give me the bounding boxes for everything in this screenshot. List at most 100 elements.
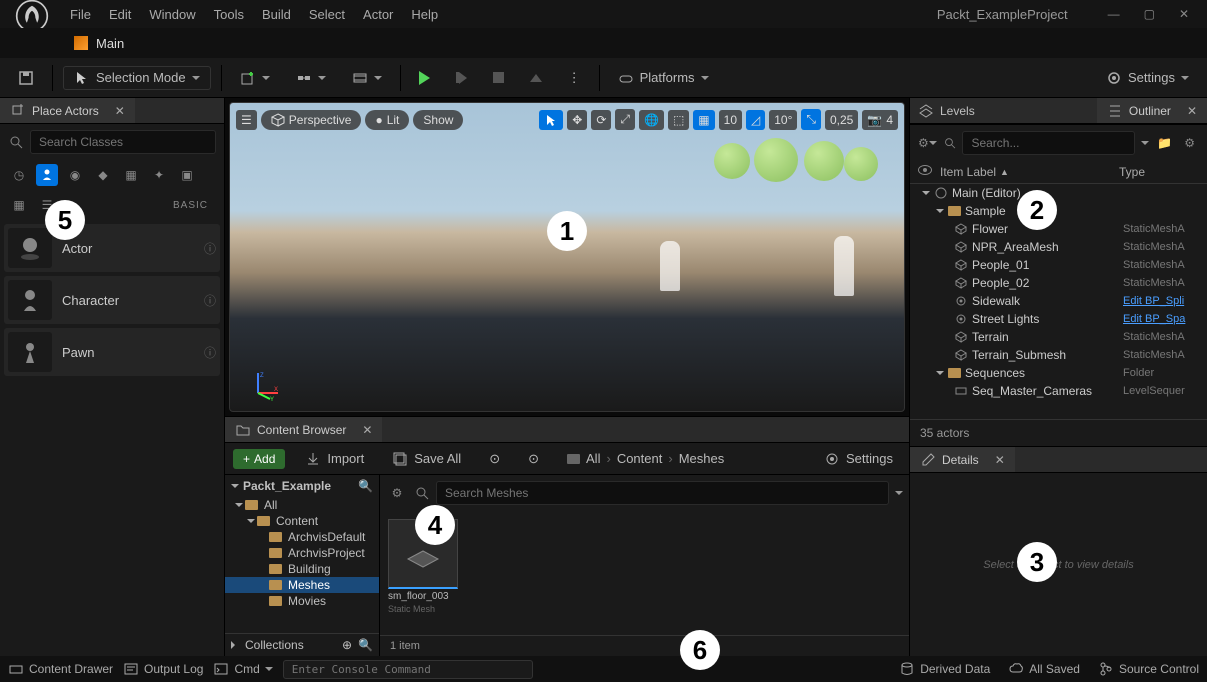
play-button[interactable] (411, 67, 438, 89)
saved-status[interactable]: All Saved (1008, 661, 1080, 677)
search-icon[interactable]: 🔍 (358, 638, 373, 652)
content-drawer-button[interactable]: Content Drawer (8, 661, 113, 677)
menu-build[interactable]: Build (262, 7, 291, 22)
output-log-button[interactable]: Output Log (123, 661, 203, 677)
details-tab[interactable]: Details ✕ (910, 447, 1015, 472)
history-forward-button[interactable]: ⊙ (520, 447, 547, 471)
asset-search[interactable] (436, 481, 889, 505)
tree-folder-row[interactable]: Movies (225, 593, 379, 609)
derived-data-button[interactable]: Derived Data (899, 661, 990, 677)
scale-snap-button[interactable]: ⤡ (801, 109, 821, 130)
blueprints-button[interactable] (288, 66, 334, 90)
visibility-column-icon[interactable] (918, 165, 932, 175)
collections-header[interactable]: Collections⊕🔍 (225, 633, 379, 656)
level-tab-main[interactable]: Main (60, 32, 138, 55)
tree-folder-row[interactable]: Building (225, 561, 379, 577)
menu-edit[interactable]: Edit (109, 7, 131, 22)
perspective-button[interactable]: Perspective (261, 110, 362, 130)
actor-row[interactable]: NPR_AreaMeshStaticMeshA (910, 238, 1207, 256)
angle-snap-value[interactable]: 10° (769, 110, 797, 130)
asset-grid[interactable]: sm_floor_003 Static Mesh (380, 511, 909, 635)
rotate-tool-button[interactable]: ⟳ (591, 110, 611, 130)
add-content-button[interactable] (232, 66, 278, 90)
settings-button[interactable]: Settings (1098, 66, 1197, 90)
actor-row[interactable]: Seq_Master_CamerasLevelSequer (910, 382, 1207, 400)
search-icon[interactable]: 🔍 (358, 479, 373, 493)
tree-folder-row[interactable]: ArchvisDefault (225, 529, 379, 545)
folder-row[interactable]: Sample (910, 202, 1207, 220)
help-icon[interactable]: ⓘ (204, 344, 216, 361)
lights-category-button[interactable]: ◉ (64, 164, 86, 186)
levels-tab[interactable]: Levels (910, 103, 1097, 119)
step-button[interactable] (448, 68, 475, 88)
menu-help[interactable]: Help (411, 7, 438, 22)
place-actors-tab[interactable]: Place Actors ✕ (0, 98, 135, 123)
tree-folder-row[interactable]: Meshes (225, 577, 379, 593)
scale-tool-button[interactable]: ⤢ (615, 109, 635, 130)
close-icon[interactable]: ✕ (1187, 104, 1197, 118)
help-icon[interactable]: ⓘ (204, 240, 216, 257)
lit-button[interactable]: ●Lit (365, 110, 409, 130)
select-tool-button[interactable] (539, 110, 563, 130)
pawn-item[interactable]: Pawn ⓘ (4, 328, 220, 376)
tree-folder-row[interactable]: ArchvisProject (225, 545, 379, 561)
type-column[interactable]: Type (1119, 165, 1199, 179)
add-icon[interactable]: ⊕ (342, 638, 352, 652)
close-icon[interactable]: ✕ (995, 453, 1005, 467)
basic-category-button[interactable] (36, 164, 58, 186)
grid-view-button[interactable]: ▦ (8, 194, 30, 216)
menu-window[interactable]: Window (149, 7, 195, 22)
grid-snap-button[interactable]: ▦ (693, 110, 714, 130)
actor-row[interactable]: Street LightsEdit BP_Spa (910, 310, 1207, 328)
camera-speed-button[interactable]: 📷 4 (862, 110, 898, 130)
history-back-button[interactable]: ⊙ (481, 447, 508, 471)
viewport[interactable]: ☰ Perspective ●Lit Show ✥ ⟳ ⤢ 🌐 ⬚ ▦ 10 ◿… (229, 102, 905, 412)
source-control-button[interactable]: Source Control (1098, 661, 1199, 677)
platforms-button[interactable]: Platforms (610, 66, 717, 90)
folder-row[interactable]: SequencesFolder (910, 364, 1207, 382)
play-options-button[interactable]: ⋮ (560, 66, 589, 90)
volumes-category-button[interactable]: ▣ (176, 164, 198, 186)
shapes-category-button[interactable]: ◆ (92, 164, 114, 186)
menu-tools[interactable]: Tools (214, 7, 244, 22)
surface-snap-button[interactable]: ⬚ (668, 110, 689, 130)
place-actors-search[interactable] (30, 130, 216, 154)
menu-file[interactable]: File (70, 7, 91, 22)
outliner-tab[interactable]: Outliner ✕ (1097, 98, 1207, 123)
grid-snap-value[interactable]: 10 (719, 110, 742, 130)
import-button[interactable]: Import (297, 447, 372, 471)
crumb-meshes[interactable]: Meshes (679, 451, 725, 466)
tree-folder-row[interactable]: All (225, 497, 379, 513)
cinematic-category-button[interactable]: ▦ (120, 164, 142, 186)
menu-actor[interactable]: Actor (363, 7, 393, 22)
filter-button[interactable]: ⚙ (918, 132, 937, 154)
cb-settings-button[interactable]: Settings (816, 447, 901, 471)
close-icon[interactable]: ✕ (362, 423, 372, 437)
actor-row[interactable]: TerrainStaticMeshA (910, 328, 1207, 346)
cmd-selector[interactable]: Cmd (213, 661, 272, 677)
actor-row[interactable]: Terrain_SubmeshStaticMeshA (910, 346, 1207, 364)
add-button[interactable]: + Add (233, 449, 285, 469)
viewport-menu-button[interactable]: ☰ (236, 110, 257, 130)
actor-row[interactable]: SidewalkEdit BP_Spli (910, 292, 1207, 310)
source-tree-header[interactable]: Packt_Example🔍 (225, 475, 379, 497)
cinematics-button[interactable] (344, 66, 390, 90)
close-icon[interactable]: ✕ (115, 104, 125, 118)
actor-row[interactable]: People_01StaticMeshA (910, 256, 1207, 274)
scale-snap-value[interactable]: 0,25 (825, 110, 858, 130)
outliner-settings-button[interactable]: ⚙ (1180, 132, 1199, 154)
chevron-down-icon[interactable] (1141, 141, 1149, 149)
close-icon[interactable]: ✕ (1179, 7, 1189, 21)
crumb-content[interactable]: Content (617, 451, 663, 466)
menu-select[interactable]: Select (309, 7, 345, 22)
outliner-tree[interactable]: Main (Editor) Sample FlowerStaticMeshANP… (910, 184, 1207, 419)
console-input[interactable] (283, 660, 533, 679)
actor-item[interactable]: Actor ⓘ (4, 224, 220, 272)
filter-button[interactable]: ⚙ (386, 482, 408, 504)
translate-tool-button[interactable]: ✥ (567, 110, 587, 130)
character-item[interactable]: Character ⓘ (4, 276, 220, 324)
actor-row[interactable]: FlowerStaticMeshA (910, 220, 1207, 238)
maximize-icon[interactable]: ▢ (1144, 7, 1155, 21)
recent-category-button[interactable]: ◷ (8, 164, 30, 186)
content-browser-tab[interactable]: Content Browser ✕ (225, 417, 382, 442)
